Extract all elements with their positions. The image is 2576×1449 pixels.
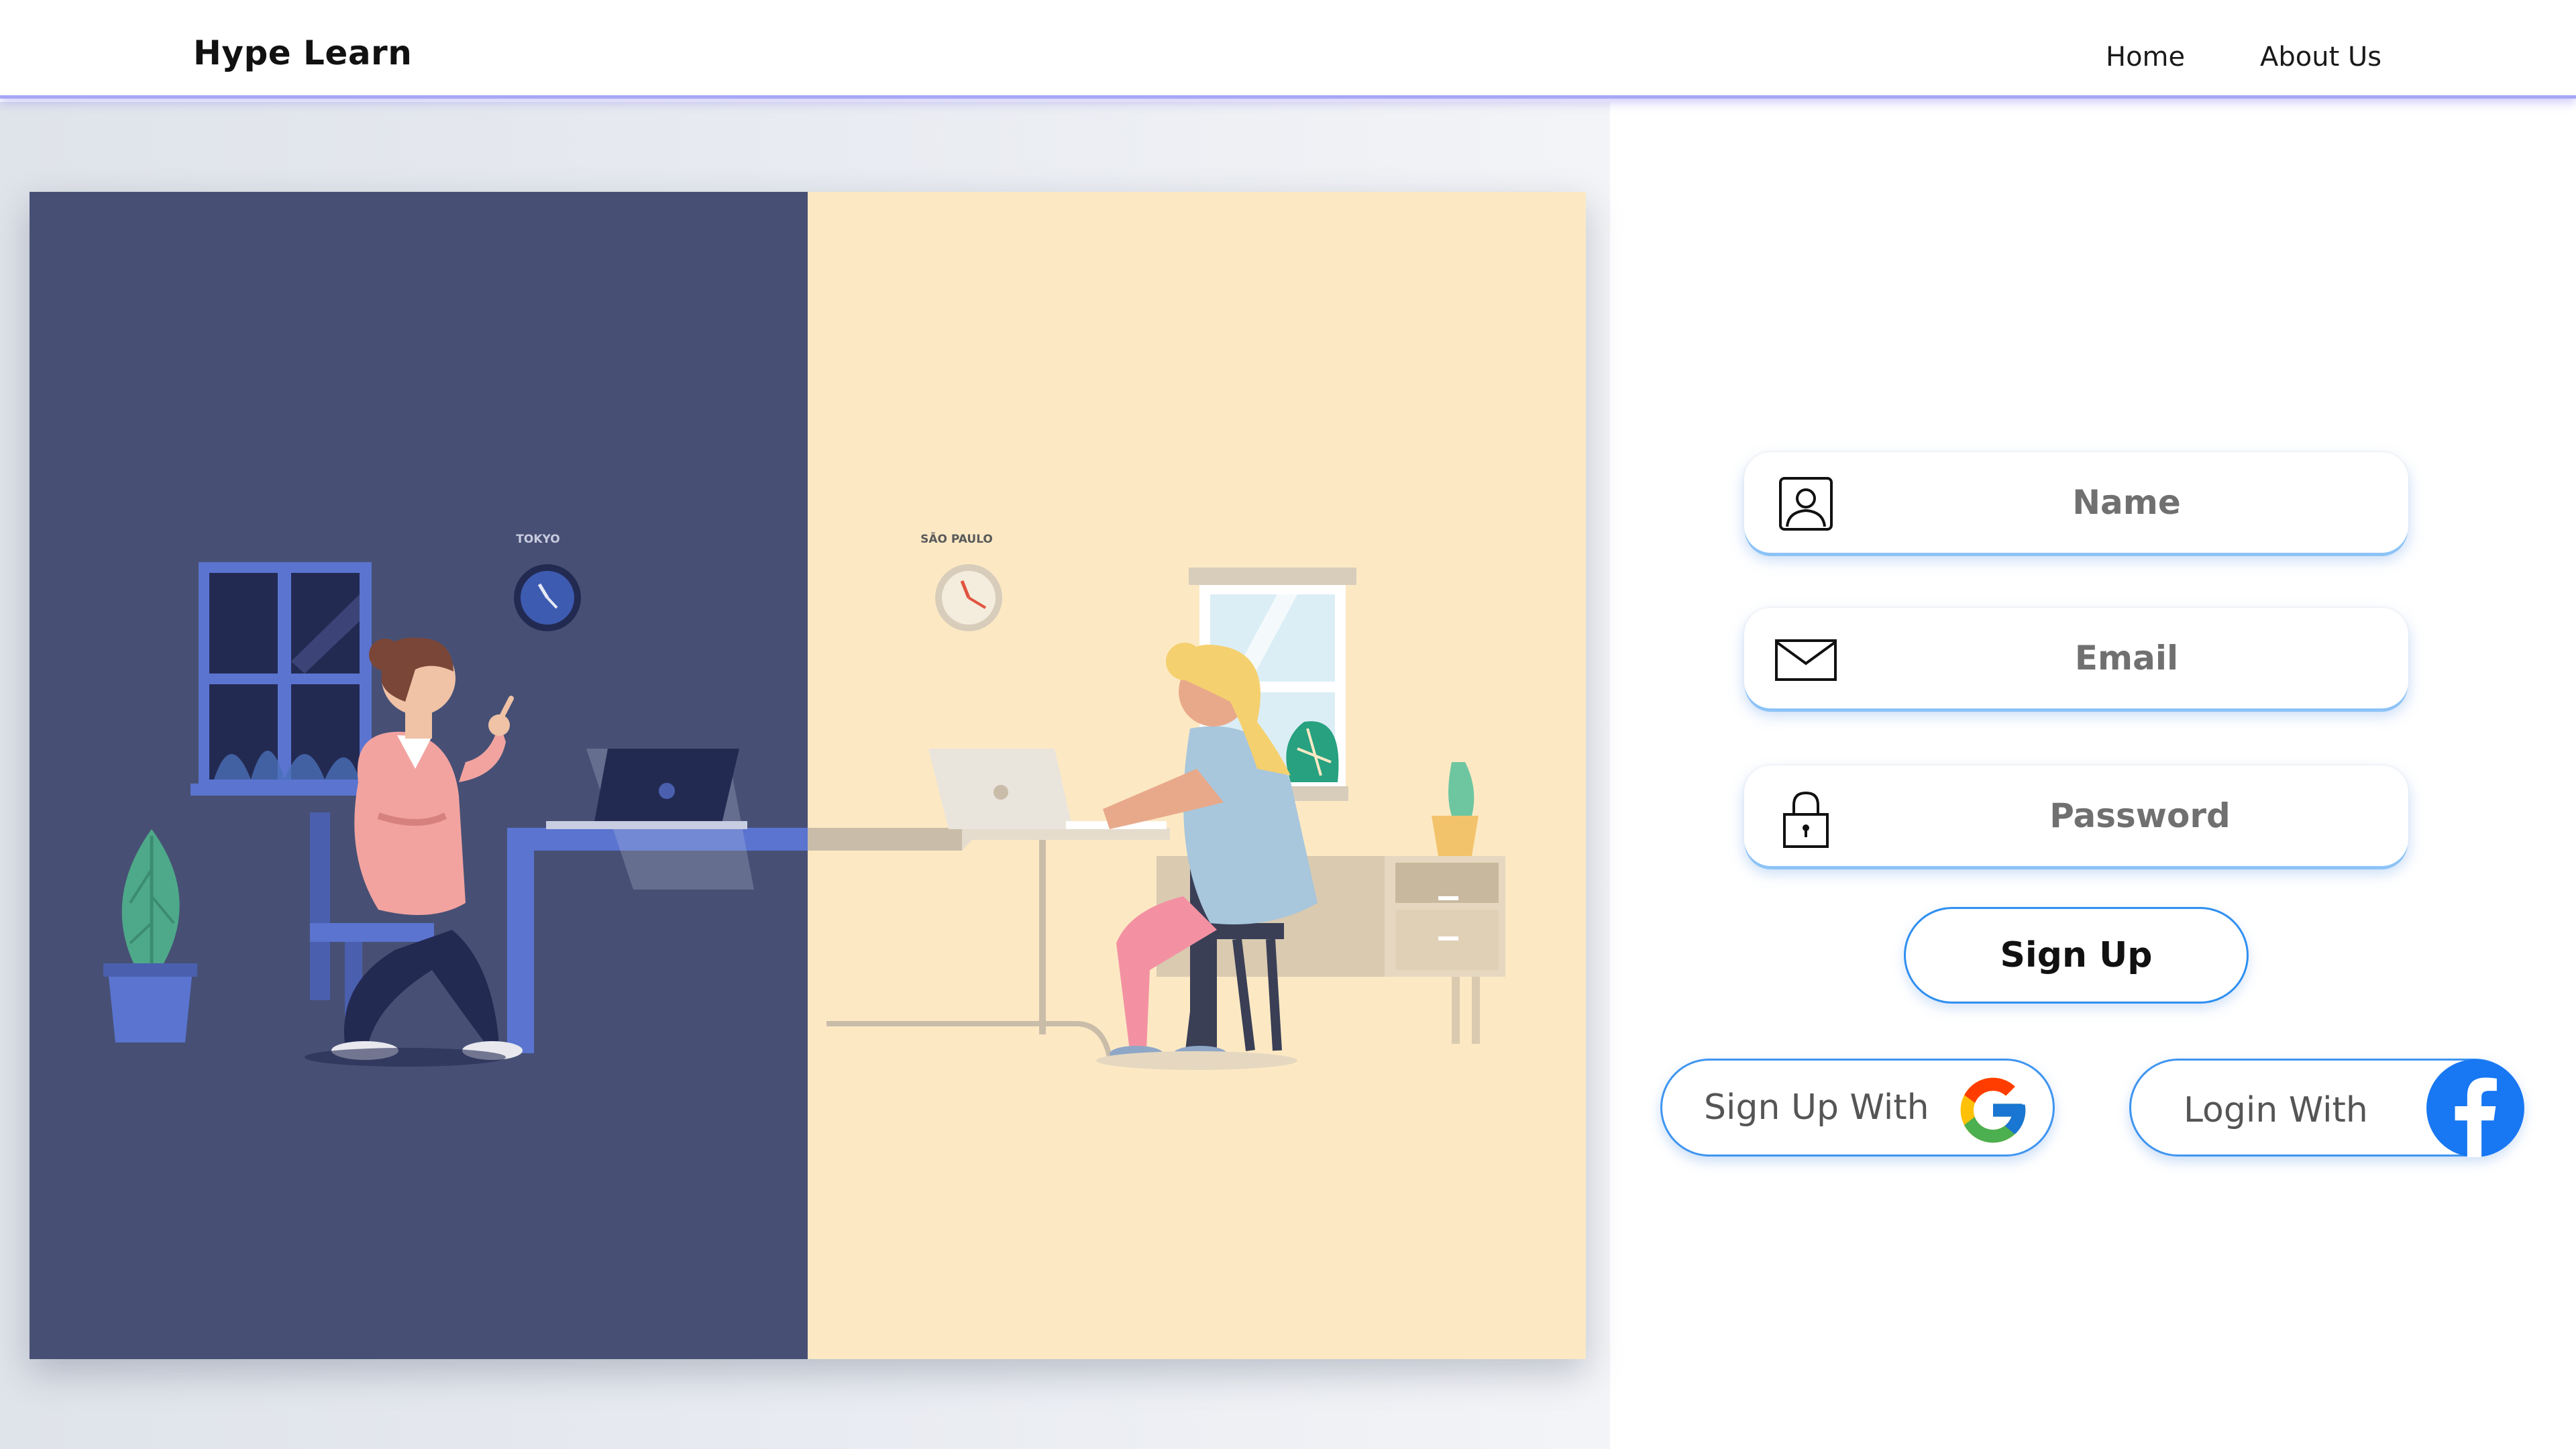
padlock-icon [1783, 791, 1829, 848]
facebook-logo-icon [2426, 1059, 2524, 1157]
nav-link-about-us[interactable]: About Us [2260, 42, 2381, 72]
hero-illustration: TOKYO SÃO PAULO [30, 192, 1586, 1359]
password-field [1744, 765, 2408, 866]
google-logo-icon [1960, 1077, 2026, 1143]
sao-paulo-clock-label: SÃO PAULO [920, 531, 993, 546]
google-button-label: Sign Up With [1704, 1087, 1929, 1128]
email-field [1744, 608, 2408, 708]
night-window [191, 562, 378, 796]
nav-link-home[interactable]: Home [2106, 42, 2185, 72]
google-sign-up-button[interactable]: Sign Up With [1660, 1059, 2055, 1157]
facebook-login-button[interactable]: Login With [2129, 1059, 2524, 1157]
password-input[interactable] [1878, 765, 2402, 866]
remote-work-illustration: TOKYO SÃO PAULO [30, 192, 1586, 1359]
user-icon [1779, 477, 1833, 531]
envelope-icon [1775, 639, 1837, 681]
email-input[interactable] [1865, 608, 2388, 708]
brand-logo[interactable]: Hype Learn [193, 34, 412, 72]
name-field [1744, 452, 2408, 553]
name-input[interactable] [1865, 452, 2388, 553]
navbar: Hype Learn Home About Us [0, 0, 2576, 99]
sign-up-button[interactable]: Sign Up [1904, 907, 2249, 1004]
facebook-button-label: Login With [2184, 1090, 2368, 1130]
tokyo-clock-label: TOKYO [516, 533, 559, 546]
